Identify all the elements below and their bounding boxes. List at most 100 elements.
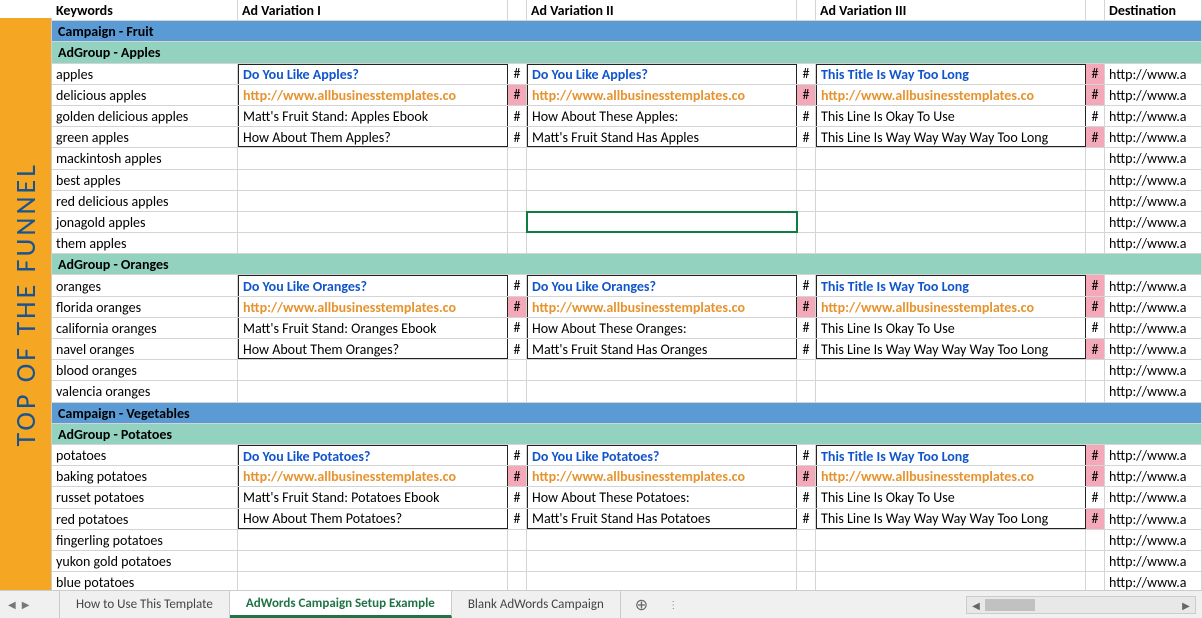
ad-cell[interactable]: [238, 360, 508, 380]
char-count-cell[interactable]: [508, 572, 527, 590]
tab-nav-arrows[interactable]: ◀ ▶: [0, 591, 60, 618]
char-count-cell[interactable]: [797, 381, 816, 401]
destination-cell[interactable]: http://www.a: [1105, 275, 1202, 295]
keyword-row[interactable]: potatoesDo You Like Potatoes?#Do You Lik…: [52, 445, 1202, 466]
char-count-cell[interactable]: #: [797, 297, 816, 317]
scroll-right-icon[interactable]: ▶: [1177, 599, 1195, 612]
char-count-cell[interactable]: [508, 212, 527, 232]
adgroup-row[interactable]: AdGroup - Potatoes: [52, 424, 1202, 445]
adgroup-row[interactable]: AdGroup - Oranges: [52, 254, 1202, 275]
char-count-cell[interactable]: #: [1086, 297, 1105, 317]
ad-cell[interactable]: Matt's Fruit Stand: Apples Ebook: [238, 106, 508, 126]
campaign-title[interactable]: Campaign - Vegetables: [52, 403, 1202, 423]
char-count-cell[interactable]: #: [797, 445, 816, 465]
char-count-cell[interactable]: #: [508, 339, 527, 359]
spreadsheet-grid[interactable]: KeywordsAd Variation IAd Variation IIAd …: [52, 0, 1202, 590]
char-count-cell[interactable]: #: [797, 85, 816, 105]
keyword-cell[interactable]: red potatoes: [52, 509, 238, 529]
char-count-cell[interactable]: [508, 530, 527, 550]
char-count-cell[interactable]: #: [797, 509, 816, 529]
ad-cell[interactable]: Matt's Fruit Stand Has Potatoes: [527, 509, 797, 529]
campaign-row[interactable]: Campaign - Vegetables: [52, 403, 1202, 424]
keyword-cell[interactable]: russet potatoes: [52, 487, 238, 507]
ad-cell[interactable]: [238, 191, 508, 211]
ad-cell[interactable]: [238, 212, 508, 232]
keyword-cell[interactable]: blue potatoes: [52, 572, 238, 590]
ad-cell[interactable]: http://www.allbusinesstemplates.co: [238, 85, 508, 105]
ad-cell[interactable]: [816, 233, 1086, 253]
destination-cell[interactable]: http://www.a: [1105, 191, 1202, 211]
keyword-row[interactable]: golden delicious applesMatt's Fruit Stan…: [52, 106, 1202, 127]
ad-cell[interactable]: This Line Is Way Way Way Way Too Long: [816, 339, 1086, 359]
ad-cell[interactable]: http://www.allbusinesstemplates.co: [527, 297, 797, 317]
char-count-cell[interactable]: [508, 233, 527, 253]
ad-cell[interactable]: [238, 148, 508, 168]
ad-cell[interactable]: This Line Is Okay To Use: [816, 318, 1086, 338]
ad-cell[interactable]: How About These Potatoes:: [527, 487, 797, 507]
char-count-cell[interactable]: [797, 572, 816, 590]
char-count-cell[interactable]: #: [797, 64, 816, 84]
ad-cell[interactable]: Matt's Fruit Stand: Oranges Ebook: [238, 318, 508, 338]
char-count-cell[interactable]: [797, 148, 816, 168]
ad-cell[interactable]: http://www.allbusinesstemplates.co: [816, 85, 1086, 105]
char-count-cell[interactable]: [1086, 170, 1105, 190]
char-count-cell[interactable]: [797, 233, 816, 253]
destination-cell[interactable]: http://www.a: [1105, 127, 1202, 147]
ad-cell[interactable]: http://www.allbusinesstemplates.co: [816, 466, 1086, 486]
char-count-cell[interactable]: [797, 530, 816, 550]
char-count-cell[interactable]: [1086, 530, 1105, 550]
char-count-cell[interactable]: [1086, 148, 1105, 168]
char-count-cell[interactable]: [1086, 212, 1105, 232]
char-count-cell[interactable]: [797, 191, 816, 211]
destination-cell[interactable]: http://www.a: [1105, 148, 1202, 168]
chevron-left-icon[interactable]: ◀: [8, 598, 16, 611]
char-count-cell[interactable]: #: [508, 127, 527, 147]
char-count-cell[interactable]: #: [1086, 339, 1105, 359]
adgroup-title[interactable]: AdGroup - Oranges: [52, 254, 1202, 274]
char-count-cell[interactable]: #: [1086, 275, 1105, 295]
destination-cell[interactable]: http://www.a: [1105, 445, 1202, 465]
ad-cell[interactable]: [527, 212, 797, 232]
keyword-row[interactable]: them appleshttp://www.a: [52, 233, 1202, 254]
ad-cell[interactable]: [527, 191, 797, 211]
ad-cell[interactable]: Do You Like Oranges?: [238, 275, 508, 295]
sheet-tab[interactable]: AdWords Campaign Setup Example: [230, 591, 452, 618]
char-count-cell[interactable]: #: [1086, 85, 1105, 105]
keyword-cell[interactable]: florida oranges: [52, 297, 238, 317]
ad-cell[interactable]: How About Them Apples?: [238, 127, 508, 147]
adgroup-title[interactable]: AdGroup - Apples: [52, 42, 1202, 62]
char-count-cell[interactable]: #: [797, 487, 816, 507]
keyword-row[interactable]: jonagold appleshttp://www.a: [52, 212, 1202, 233]
char-count-cell[interactable]: [508, 191, 527, 211]
sheet-tab[interactable]: Blank AdWords Campaign: [452, 591, 621, 618]
scroll-track[interactable]: [985, 597, 1177, 613]
ad-cell[interactable]: [816, 551, 1086, 571]
keyword-cell[interactable]: fingerling potatoes: [52, 530, 238, 550]
char-count-cell[interactable]: #: [508, 445, 527, 465]
ad-cell[interactable]: Do You Like Potatoes?: [527, 445, 797, 465]
add-sheet-button[interactable]: ⊕: [621, 591, 662, 618]
keyword-cell[interactable]: oranges: [52, 275, 238, 295]
char-count-cell[interactable]: #: [508, 509, 527, 529]
destination-cell[interactable]: http://www.a: [1105, 551, 1202, 571]
destination-cell[interactable]: http://www.a: [1105, 339, 1202, 359]
char-count-cell[interactable]: #: [508, 106, 527, 126]
char-count-cell[interactable]: [797, 551, 816, 571]
destination-cell[interactable]: http://www.a: [1105, 64, 1202, 84]
ad-cell[interactable]: This Title Is Way Too Long: [816, 64, 1086, 84]
keyword-row[interactable]: fingerling potatoes http://www.a: [52, 530, 1202, 551]
char-count-cell[interactable]: [508, 360, 527, 380]
ad-cell[interactable]: [816, 148, 1086, 168]
chevron-right-icon[interactable]: ▶: [22, 598, 30, 611]
destination-cell[interactable]: http://www.a: [1105, 530, 1202, 550]
ad-cell[interactable]: [816, 530, 1086, 550]
keyword-row[interactable]: blue potatoeshttp://www.a: [52, 572, 1202, 590]
keyword-cell[interactable]: blood oranges: [52, 360, 238, 380]
char-count-cell[interactable]: #: [508, 487, 527, 507]
keyword-row[interactable]: red delicious appleshttp://www.a: [52, 191, 1202, 212]
ad-cell[interactable]: http://www.allbusinesstemplates.co: [238, 466, 508, 486]
char-count-cell[interactable]: #: [508, 466, 527, 486]
keyword-cell[interactable]: mackintosh apples: [52, 148, 238, 168]
keyword-row[interactable]: blood orangeshttp://www.a: [52, 360, 1202, 381]
ad-cell[interactable]: [527, 381, 797, 401]
